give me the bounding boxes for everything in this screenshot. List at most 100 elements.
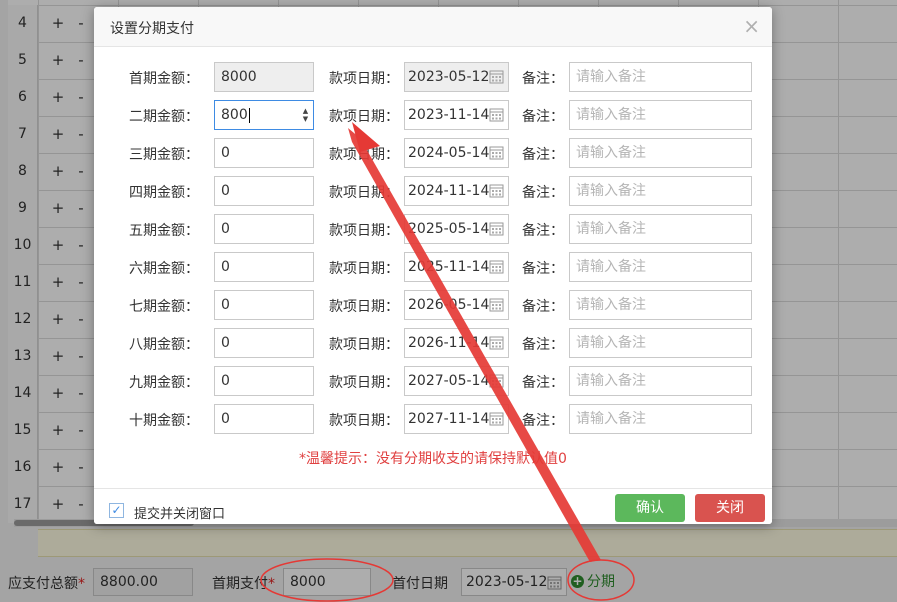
installment-note-input[interactable]: [569, 404, 752, 434]
installment-amount-input[interactable]: 0: [214, 328, 314, 358]
dialog-title: 设置分期支付: [110, 21, 194, 37]
installment-date-value: 2024-11-14: [408, 183, 490, 199]
installment-amount-input[interactable]: 0: [214, 366, 314, 396]
calendar-icon[interactable]: [489, 145, 504, 160]
installment-amount-input[interactable]: 0: [214, 214, 314, 244]
text-caret: [248, 107, 250, 123]
installment-amount-label: 六期金额：: [129, 261, 199, 277]
installment-amount-input[interactable]: 0: [214, 290, 314, 320]
installment-date-value: 2027-05-14: [408, 373, 490, 389]
installment-amount-label: 四期金额：: [129, 185, 199, 201]
installment-row: 六期金额： 0 款项日期： 2025-11-14 备注：: [94, 252, 772, 282]
installment-date-input[interactable]: 2024-05-14: [404, 138, 509, 168]
installment-amount-label: 二期金额：: [129, 109, 199, 125]
installment-date-label: 款项日期：: [329, 147, 399, 163]
installment-amount-input[interactable]: 800 ▲ ▼: [214, 100, 314, 130]
installment-note-label: 备注：: [522, 109, 564, 125]
installment-date-value: 2024-05-14: [408, 145, 490, 161]
installment-note-label: 备注：: [522, 261, 564, 277]
calendar-icon[interactable]: [489, 221, 504, 236]
installment-amount-input[interactable]: 0: [214, 404, 314, 434]
installment-note-input[interactable]: [569, 290, 752, 320]
installment-date-value: 2026-05-14: [408, 297, 490, 313]
installment-row: 二期金额： 800 ▲ ▼ 款项日期： 2023-11-14 备注：: [94, 100, 772, 130]
calendar-icon[interactable]: [489, 107, 504, 122]
calendar-icon[interactable]: [489, 69, 504, 84]
installment-amount-input[interactable]: 0: [214, 138, 314, 168]
installment-note-label: 备注：: [522, 375, 564, 391]
installment-row: 首期金额： 8000 款项日期： 2023-05-12 备注：: [94, 62, 772, 92]
installment-date-value: 2023-11-14: [408, 107, 490, 123]
installment-row: 八期金额： 0 款项日期： 2026-11-14 备注：: [94, 328, 772, 358]
installment-amount-label: 九期金额：: [129, 375, 199, 391]
installment-date-input[interactable]: 2025-05-14: [404, 214, 509, 244]
installment-amount-input[interactable]: 0: [214, 252, 314, 282]
installment-note-input[interactable]: [569, 214, 752, 244]
calendar-icon[interactable]: [489, 335, 504, 350]
installment-amount-value: 0: [221, 411, 230, 427]
dialog-footer: ✓ 提交并关闭窗口 确认 关闭: [94, 488, 772, 524]
close-button[interactable]: 关闭: [695, 494, 765, 522]
installment-note-input[interactable]: [569, 328, 752, 358]
installment-row: 九期金额： 0 款项日期： 2027-05-14 备注：: [94, 366, 772, 396]
installment-amount-label: 五期金额：: [129, 223, 199, 239]
calendar-icon[interactable]: [489, 259, 504, 274]
installment-amount-label: 首期金额：: [129, 71, 199, 87]
installment-date-label: 款项日期：: [329, 185, 399, 201]
installment-date-label: 款项日期：: [329, 109, 399, 125]
installment-date-value: 2025-11-14: [408, 259, 490, 275]
calendar-icon[interactable]: [489, 373, 504, 388]
default-value-tip: *温馨提示：没有分期收支的请保持默认值0: [299, 451, 567, 467]
installment-amount-value: 0: [221, 259, 230, 275]
installment-note-input[interactable]: [569, 62, 752, 92]
installment-note-label: 备注：: [522, 299, 564, 315]
installment-row: 五期金额： 0 款项日期： 2025-05-14 备注：: [94, 214, 772, 244]
installment-date-label: 款项日期：: [329, 223, 399, 239]
installment-date-label: 款项日期：: [329, 71, 399, 87]
installment-note-input[interactable]: [569, 252, 752, 282]
installment-date-input[interactable]: 2026-05-14: [404, 290, 509, 320]
close-on-submit-checkbox[interactable]: ✓: [109, 503, 124, 518]
installment-note-label: 备注：: [522, 185, 564, 201]
installment-date-label: 款项日期：: [329, 261, 399, 277]
dialog-header: 设置分期支付 ×: [94, 7, 772, 47]
installment-note-input[interactable]: [569, 176, 752, 206]
installment-amount-label: 七期金额：: [129, 299, 199, 315]
installment-date-value: 2027-11-14: [408, 411, 490, 427]
installment-note-label: 备注：: [522, 223, 564, 239]
installment-date-input[interactable]: 2027-05-14: [404, 366, 509, 396]
installment-amount-label: 八期金额：: [129, 337, 199, 353]
installment-amount-value: 0: [221, 145, 230, 161]
installment-amount-value: 0: [221, 221, 230, 237]
installment-date-value: 2023-05-12: [408, 69, 490, 85]
calendar-icon[interactable]: [489, 183, 504, 198]
number-stepper-icon[interactable]: ▲ ▼: [301, 107, 310, 123]
installment-date-input[interactable]: 2026-11-14: [404, 328, 509, 358]
installment-row: 三期金额： 0 款项日期： 2024-05-14 备注：: [94, 138, 772, 168]
installment-amount-value: 8000: [221, 69, 257, 85]
confirm-button[interactable]: 确认: [615, 494, 685, 522]
installment-date-input[interactable]: 2025-11-14: [404, 252, 509, 282]
installment-note-label: 备注：: [522, 147, 564, 163]
installment-note-label: 备注：: [522, 413, 564, 429]
installment-dialog: 设置分期支付 × 首期金额：8000款项日期：2023-05-12备注：二期金额…: [94, 7, 772, 524]
installment-date-input: 2023-05-12: [404, 62, 509, 92]
installment-note-label: 备注：: [522, 337, 564, 353]
installment-date-input[interactable]: 2023-11-14: [404, 100, 509, 130]
installment-note-input[interactable]: [569, 138, 752, 168]
calendar-icon[interactable]: [489, 411, 504, 426]
installment-amount-input[interactable]: 0: [214, 176, 314, 206]
installment-row: 七期金额： 0 款项日期： 2026-05-14 备注：: [94, 290, 772, 320]
calendar-icon[interactable]: [489, 297, 504, 312]
installment-row: 十期金额： 0 款项日期： 2027-11-14 备注：: [94, 404, 772, 434]
installment-amount-input: 8000: [214, 62, 314, 92]
installment-date-input[interactable]: 2027-11-14: [404, 404, 509, 434]
installment-note-input[interactable]: [569, 366, 752, 396]
installment-amount-value: 800: [221, 107, 248, 123]
installment-date-label: 款项日期：: [329, 337, 399, 353]
dialog-close-icon[interactable]: ×: [743, 14, 760, 38]
close-on-submit-label[interactable]: 提交并关闭窗口: [134, 503, 225, 522]
installment-note-input[interactable]: [569, 100, 752, 130]
installment-date-label: 款项日期：: [329, 299, 399, 315]
installment-date-input[interactable]: 2024-11-14: [404, 176, 509, 206]
